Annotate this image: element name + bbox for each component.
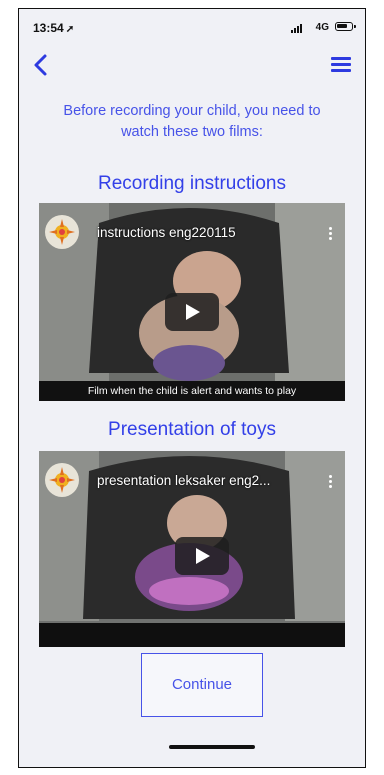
more-options-icon[interactable] [329, 475, 333, 489]
phone-screen: 13:54 ➚ 4G Before recording your child, y… [18, 8, 366, 768]
location-icon: ➚ [65, 24, 75, 35]
channel-logo [45, 215, 79, 249]
video-recording-instructions[interactable]: instructions eng220115 Film when the chi… [39, 203, 345, 401]
battery-icon [335, 22, 356, 31]
continue-button[interactable]: Continue [141, 653, 263, 717]
signal-icon [291, 23, 305, 33]
network-type: 4G [315, 22, 329, 33]
video-presentation-of-toys[interactable]: presentation leksaker eng2... [39, 451, 345, 647]
status-bar: 13:54 ➚ 4G [19, 9, 365, 45]
play-button[interactable] [175, 537, 229, 575]
chevron-left-icon [34, 54, 47, 76]
video-title: instructions eng220115 [97, 225, 236, 240]
section-title-presentation-of-toys: Presentation of toys [108, 419, 276, 440]
play-button[interactable] [165, 293, 219, 331]
channel-logo [45, 463, 79, 497]
section-title-recording-instructions: Recording instructions [98, 173, 286, 194]
video-title: presentation leksaker eng2... [97, 473, 271, 488]
back-button[interactable] [31, 53, 53, 77]
more-options-icon[interactable] [329, 227, 333, 241]
video-caption: Film when the child is alert and wants t… [87, 385, 297, 397]
intro-text: Before recording your child, you need to… [63, 103, 321, 140]
status-time: 13:54 ➚ [33, 21, 75, 35]
hamburger-icon [331, 57, 351, 60]
menu-button[interactable] [331, 57, 353, 73]
home-indicator [169, 745, 255, 749]
nav-bar [19, 49, 365, 79]
